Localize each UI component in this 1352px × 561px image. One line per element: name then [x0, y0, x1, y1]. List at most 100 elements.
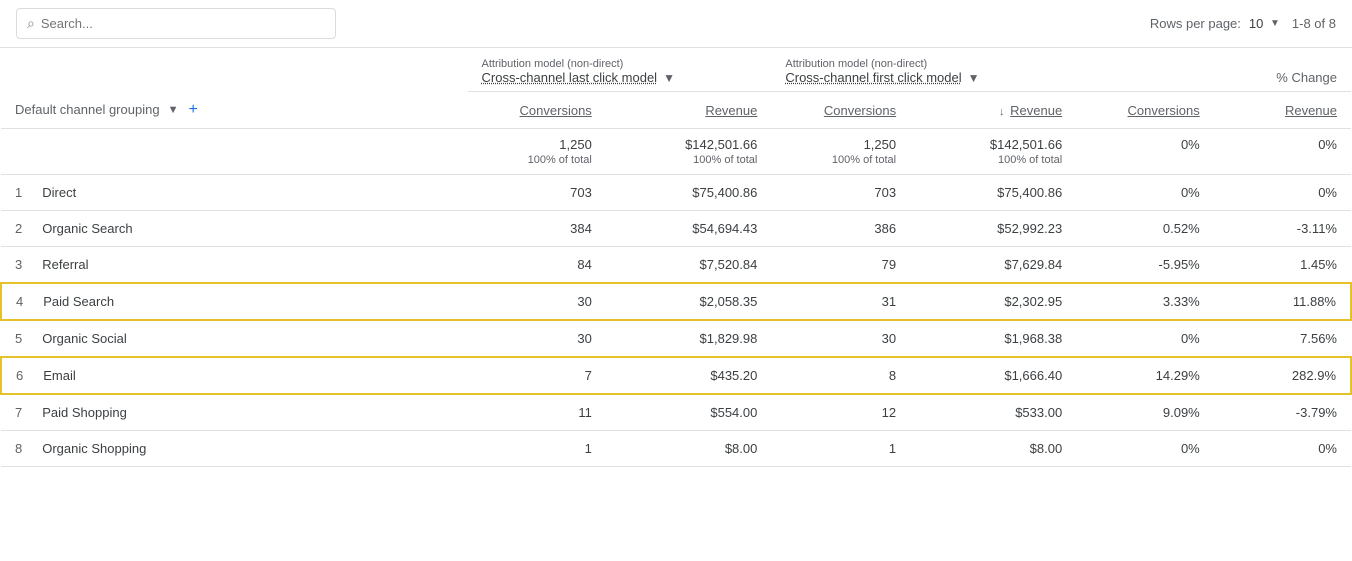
data-cell: 14.29% [1076, 357, 1214, 394]
search-icon: ⌕ [27, 15, 35, 32]
data-cell: 0% [1214, 430, 1351, 466]
row-channel-cell: 3 Referral [1, 246, 468, 283]
rows-per-page-select[interactable]: 10 25 50 [1249, 16, 1280, 31]
pct-conv-col-header[interactable]: Conversions [1076, 92, 1214, 129]
data-cell: 11 [468, 394, 606, 431]
data-cell: $52,992.23 [910, 210, 1076, 246]
pct-conv-label[interactable]: Conversions [1127, 103, 1199, 118]
model1-dropdown-icon[interactable]: ▼ [663, 71, 675, 85]
data-cell: 84 [468, 246, 606, 283]
main-container: ⌕ Rows per page: 10 25 50 ▼ 1-8 of 8 At [0, 0, 1352, 561]
data-cell: $1,968.38 [910, 320, 1076, 357]
table-row: 3Referral84$7,520.8479$7,629.84-5.95%1.4… [1, 246, 1351, 283]
rev1-col-header[interactable]: Revenue [606, 92, 772, 129]
data-cell: 8 [771, 357, 910, 394]
conv1-label[interactable]: Conversions [520, 103, 592, 118]
add-dimension-button[interactable]: + [188, 102, 197, 118]
search-box[interactable]: ⌕ [16, 8, 336, 39]
totals-sub-pct2: 100% of total [771, 154, 910, 175]
table-row: 1Direct703$75,400.86703$75,400.860%0% [1, 174, 1351, 210]
channel-grouping-label: Default channel grouping [15, 102, 160, 117]
data-cell: $8.00 [606, 430, 772, 466]
channel-name: Email [43, 368, 76, 383]
channel-name: Referral [42, 257, 88, 272]
channel-name: Direct [42, 185, 76, 200]
data-cell: 1 [468, 430, 606, 466]
conv2-col-header[interactable]: Conversions [771, 92, 910, 129]
model1-name[interactable]: Cross-channel last click model [482, 70, 658, 85]
channel-name: Organic Search [42, 221, 132, 236]
data-cell: 1.45% [1214, 246, 1351, 283]
data-cell: $533.00 [910, 394, 1076, 431]
model2-name[interactable]: Cross-channel first click model [785, 70, 961, 85]
data-cell: 0% [1214, 174, 1351, 210]
row-channel-cell: 7 Paid Shopping [1, 394, 468, 431]
row-channel-cell: 2Organic Search [1, 210, 468, 246]
row-number: 6 [16, 368, 23, 383]
row-number: 3 [15, 257, 22, 272]
data-cell: 12 [771, 394, 910, 431]
top-bar: ⌕ Rows per page: 10 25 50 ▼ 1-8 of 8 [0, 0, 1352, 48]
table-row: 8Organic Shopping1$8.001$8.000%0% [1, 430, 1351, 466]
data-cell: 9.09% [1076, 394, 1214, 431]
conv2-label[interactable]: Conversions [824, 103, 896, 118]
totals-conv1: 1,250 [468, 128, 606, 154]
data-cell: 31 [771, 283, 910, 320]
totals-rev2: $142,501.66 [910, 128, 1076, 154]
data-cell: 0% [1076, 430, 1214, 466]
rev2-label[interactable]: Revenue [1010, 103, 1062, 118]
data-cell: 30 [771, 320, 910, 357]
model2-dropdown-icon[interactable]: ▼ [968, 71, 980, 85]
sort-arrow-icon: ↓ [999, 106, 1005, 118]
totals-sub-blank2 [1214, 154, 1351, 175]
totals-channel-cell [1, 128, 468, 154]
row-channel-cell: 1 Direct [1, 174, 468, 210]
row-number: 7 [15, 405, 22, 420]
pct-rev-col-header[interactable]: Revenue [1214, 92, 1351, 129]
channel-name: Organic Social [42, 331, 127, 346]
pct-change-group-header: % Change [1076, 48, 1351, 92]
rev2-col-header[interactable]: ↓ Revenue [910, 92, 1076, 129]
model2-attribution-label: Attribution model (non-direct) [785, 58, 1062, 70]
table-row: 4Paid Search30$2,058.3531$2,302.953.33%1… [1, 283, 1351, 320]
model2-group-header: Attribution model (non-direct) Cross-cha… [771, 48, 1076, 92]
totals-sub-blank1 [1076, 154, 1214, 175]
channel-col-spacer [1, 48, 468, 92]
data-cell: $1,829.98 [606, 320, 772, 357]
totals-sub-pct1: 100% of total [468, 154, 606, 175]
data-cell: $435.20 [606, 357, 772, 394]
row-channel-cell: 4Paid Search [1, 283, 468, 320]
data-cell: $2,058.35 [606, 283, 772, 320]
totals-pct-rev: 0% [1214, 128, 1351, 154]
table-body: 1,250 $142,501.66 1,250 $142,501.66 0% 0… [1, 128, 1351, 466]
data-cell: $7,520.84 [606, 246, 772, 283]
data-cell: 282.9% [1214, 357, 1351, 394]
search-input[interactable] [41, 16, 325, 31]
row-number: 1 [15, 185, 22, 200]
rev1-label[interactable]: Revenue [705, 103, 757, 118]
conv1-col-header[interactable]: Conversions [468, 92, 606, 129]
channel-dropdown-icon[interactable]: ▼ [168, 104, 179, 116]
data-cell: 3.33% [1076, 283, 1214, 320]
pct-rev-label[interactable]: Revenue [1285, 103, 1337, 118]
data-cell: 703 [468, 174, 606, 210]
data-table: Attribution model (non-direct) Cross-cha… [0, 48, 1352, 467]
row-channel-cell: 8Organic Shopping [1, 430, 468, 466]
table-row: 5Organic Social30$1,829.9830$1,968.380%7… [1, 320, 1351, 357]
table-row: 6Email7$435.208$1,666.4014.29%282.9% [1, 357, 1351, 394]
channel-name: Paid Shopping [42, 405, 127, 420]
data-cell: 0% [1076, 320, 1214, 357]
rows-per-page-label: Rows per page: [1150, 16, 1241, 31]
totals-pct-conv: 0% [1076, 128, 1214, 154]
pct-change-label: % Change [1276, 70, 1337, 85]
data-cell: 30 [468, 320, 606, 357]
rows-per-page-selector[interactable]: 10 25 50 ▼ [1249, 16, 1280, 31]
data-cell: $554.00 [606, 394, 772, 431]
data-cell: $75,400.86 [910, 174, 1076, 210]
data-cell: 0.52% [1076, 210, 1214, 246]
data-cell: $8.00 [910, 430, 1076, 466]
col-headers-row: Default channel grouping ▼ + Conversions… [1, 92, 1351, 129]
data-cell: 7 [468, 357, 606, 394]
data-cell: $54,694.43 [606, 210, 772, 246]
data-cell: 30 [468, 283, 606, 320]
